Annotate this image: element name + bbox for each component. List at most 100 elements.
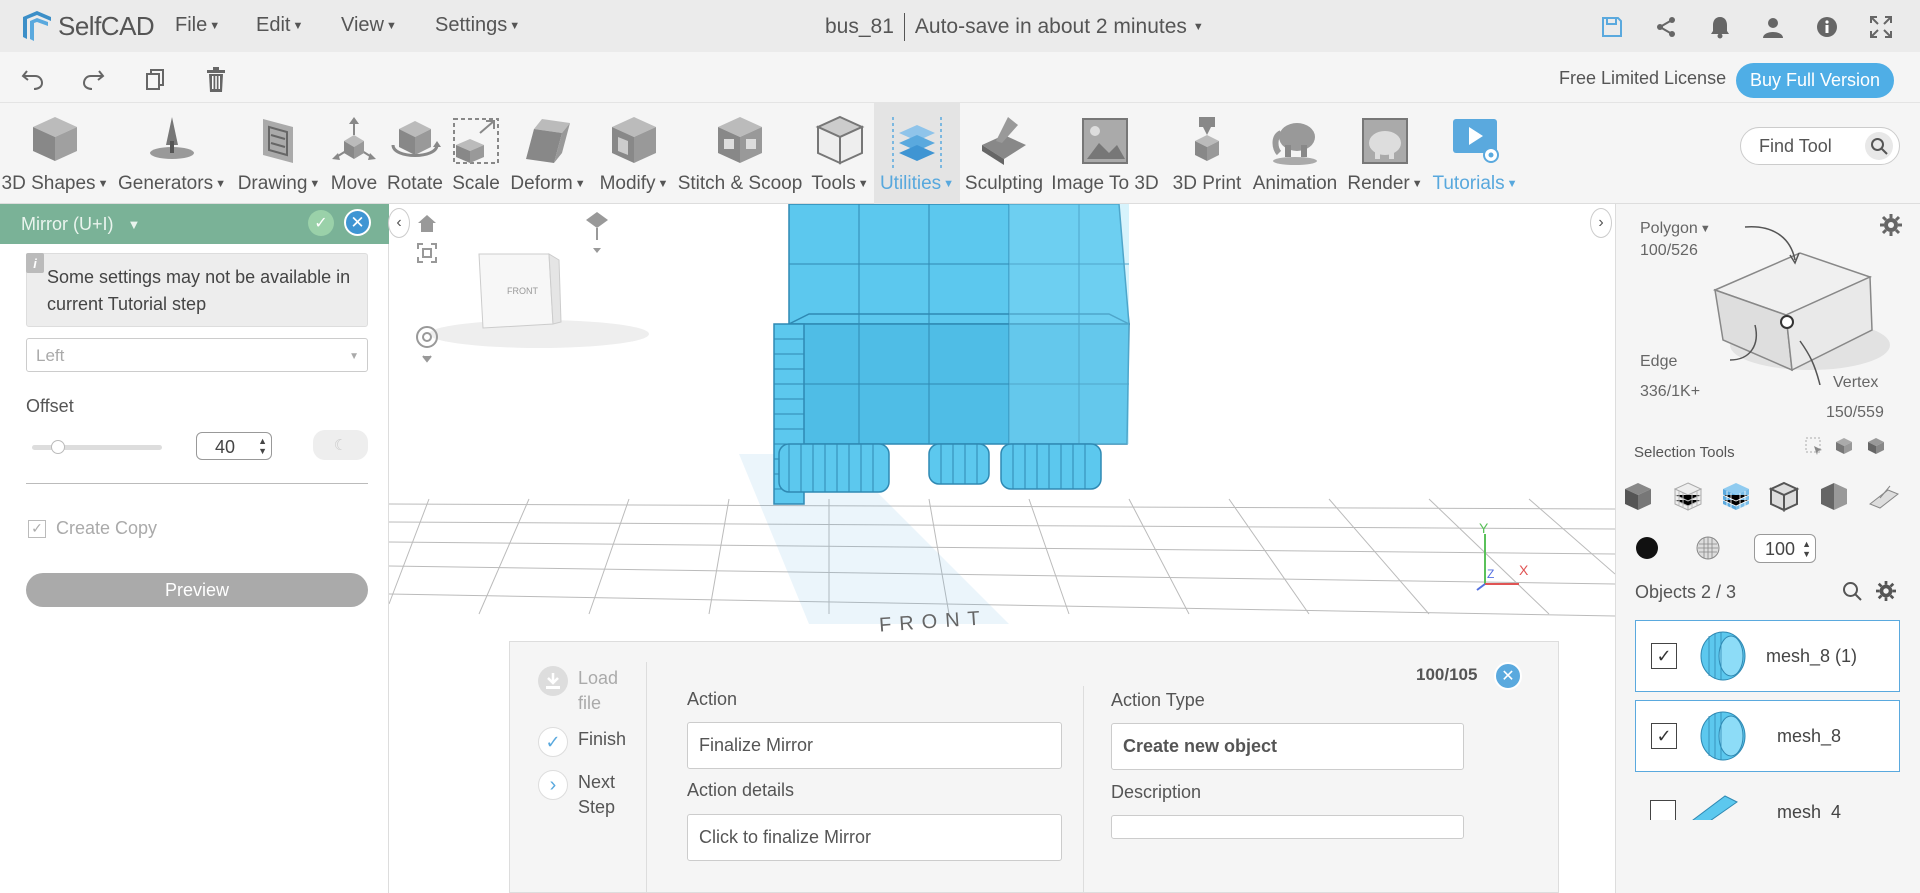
camera-view-icon[interactable] [584, 210, 610, 263]
menu-view[interactable]: View ▼ [341, 14, 397, 37]
menu-settings[interactable]: Settings ▼ [435, 14, 520, 37]
buy-full-version-button[interactable]: Buy Full Version [1736, 63, 1894, 98]
tool-utilities[interactable]: Utilities ▼ [874, 103, 960, 204]
tool-sculpting-label: Sculpting [964, 173, 1044, 194]
collapse-left-panel-icon[interactable]: ‹ [388, 208, 410, 238]
autosave-status[interactable]: Auto-save in about 2 minutes [915, 15, 1187, 39]
find-tool-input[interactable]: Find Tool [1740, 127, 1900, 165]
offset-input[interactable]: 40 ▲ ▼ [196, 432, 272, 460]
stepper-arrows-icon[interactable]: ▲ ▼ [258, 436, 267, 456]
tool-sculpting[interactable]: Sculpting [962, 103, 1046, 204]
tool-generators[interactable]: Generators ▼ [114, 103, 230, 204]
tool-deform[interactable]: Deform ▼ [506, 103, 590, 204]
tool-move[interactable]: Move [326, 103, 382, 204]
collapse-triangle-icon[interactable]: ▼ [128, 217, 141, 232]
trash-icon[interactable] [201, 65, 231, 95]
tool-modify-label: Modify ▼ [599, 173, 669, 194]
home-icon[interactable] [416, 212, 438, 239]
visibility-checkbox[interactable] [1650, 800, 1676, 820]
undo-icon[interactable] [18, 65, 48, 95]
list-item[interactable]: ✓ mesh_8 [1635, 700, 1900, 772]
stepper-arrows-icon[interactable]: ▲ ▼ [1802, 539, 1811, 559]
visibility-checkbox[interactable]: ✓ [1651, 643, 1677, 669]
redo-icon[interactable] [78, 65, 108, 95]
elephant-icon [1272, 123, 1317, 165]
select-objects-icon[interactable] [1834, 436, 1854, 461]
selection-mode-cube[interactable] [1700, 215, 1900, 385]
tool-3d-print[interactable]: 3D Print [1163, 103, 1251, 204]
search-icon[interactable] [1865, 132, 1893, 160]
fullscreen-icon[interactable] [1866, 12, 1896, 42]
action-label: Action [687, 689, 738, 709]
close-tutorial-icon[interactable]: ✕ [1494, 662, 1522, 690]
bus-model[interactable] [773, 204, 1130, 505]
mirror-direction-select[interactable]: Left ▼ [26, 338, 368, 372]
action-type-field: Create new object [1111, 723, 1464, 770]
target-icon[interactable] [414, 324, 440, 369]
tool-rotate[interactable]: Rotate [385, 103, 445, 204]
search-icon[interactable] [1842, 581, 1862, 606]
create-copy-checkbox[interactable]: ✓ Create Copy [28, 518, 157, 539]
find-tool-placeholder: Find Tool [1759, 135, 1832, 156]
app-logo[interactable]: SelfCAD [20, 6, 155, 46]
tutorial-divider [646, 662, 647, 893]
object-name: mesh_8 (1) [1766, 645, 1858, 666]
list-item[interactable]: mesh_4 [1635, 780, 1900, 820]
gear-icon[interactable] [1876, 581, 1896, 606]
offset-slider-handle[interactable] [51, 440, 65, 454]
plane-select-icon[interactable] [1868, 480, 1900, 512]
tools-icon [815, 115, 865, 165]
copy-icon[interactable] [140, 65, 170, 95]
vertex-label[interactable]: Vertex [1833, 374, 1878, 392]
tool-animation[interactable]: Animation [1247, 103, 1343, 204]
zoom-fit-icon[interactable] [416, 242, 438, 269]
half-cube-icon[interactable] [1818, 480, 1850, 512]
opacity-input[interactable]: 100 ▲ ▼ [1754, 534, 1816, 563]
checkbox-icon[interactable]: ✓ [28, 519, 46, 538]
collapse-right-panel-icon[interactable]: › [1590, 208, 1612, 238]
stitch-scoop-icon [718, 117, 762, 163]
color-swatch[interactable] [1636, 537, 1658, 559]
face-select-cube-icon[interactable] [1720, 480, 1752, 512]
select-area-icon[interactable] [1804, 436, 1824, 461]
confirm-icon[interactable]: ✓ [308, 210, 334, 236]
menu-file[interactable]: File ▼ [175, 14, 220, 37]
toggle-button[interactable]: ☾ [313, 430, 368, 460]
list-item[interactable]: ✓ mesh_8 (1) [1635, 620, 1900, 692]
move-icon [332, 117, 376, 160]
edge-label[interactable]: Edge [1640, 353, 1677, 371]
texture-icon[interactable] [1695, 535, 1721, 566]
solid-cube-icon[interactable] [1622, 480, 1654, 512]
tool-generators-label: Generators ▼ [118, 173, 226, 194]
save-icon[interactable] [1597, 12, 1627, 42]
tool-tutorials[interactable]: Tutorials ▼ [1430, 103, 1520, 204]
menu-edit[interactable]: Edit ▼ [256, 14, 303, 37]
tool-render[interactable]: Render ▼ [1344, 103, 1426, 204]
project-name[interactable]: bus_81 [825, 15, 894, 39]
view-cube-face-label: FRONT [507, 286, 538, 296]
preview-button[interactable]: Preview [26, 573, 368, 607]
tool-drawing[interactable]: Drawing ▼ [234, 103, 324, 204]
visibility-checkbox[interactable]: ✓ [1651, 723, 1677, 749]
divider [26, 483, 368, 484]
user-icon[interactable] [1758, 12, 1788, 42]
edge-select-cube-icon[interactable] [1768, 480, 1800, 512]
bell-icon[interactable] [1705, 12, 1735, 42]
tool-image-to-3d[interactable]: Image To 3D [1048, 103, 1162, 204]
view-cube[interactable]: FRONT [429, 253, 649, 348]
menu-file-label: File [175, 14, 208, 36]
tool-3d-shapes[interactable]: 3D Shapes ▼ [0, 103, 110, 204]
info-icon[interactable] [1812, 12, 1842, 42]
close-icon[interactable]: ✕ [344, 209, 371, 236]
tool-modify[interactable]: Modify ▼ [592, 103, 676, 204]
object-name: mesh_8 [1777, 725, 1842, 746]
wireframe-cube-icon[interactable] [1672, 480, 1704, 512]
tool-tools[interactable]: Tools ▼ [808, 103, 872, 204]
tool-scale[interactable]: Scale [447, 103, 505, 204]
tool-rotate-label: Rotate [387, 173, 443, 194]
select-cube-icon[interactable] [1866, 436, 1886, 461]
share-icon[interactable] [1651, 12, 1681, 42]
next-step-button[interactable]: › Next Step [538, 770, 628, 820]
tool-stitch-scoop[interactable]: Stitch & Scoop [674, 103, 806, 204]
chevron-down-icon[interactable]: ▼ [1193, 21, 1204, 33]
